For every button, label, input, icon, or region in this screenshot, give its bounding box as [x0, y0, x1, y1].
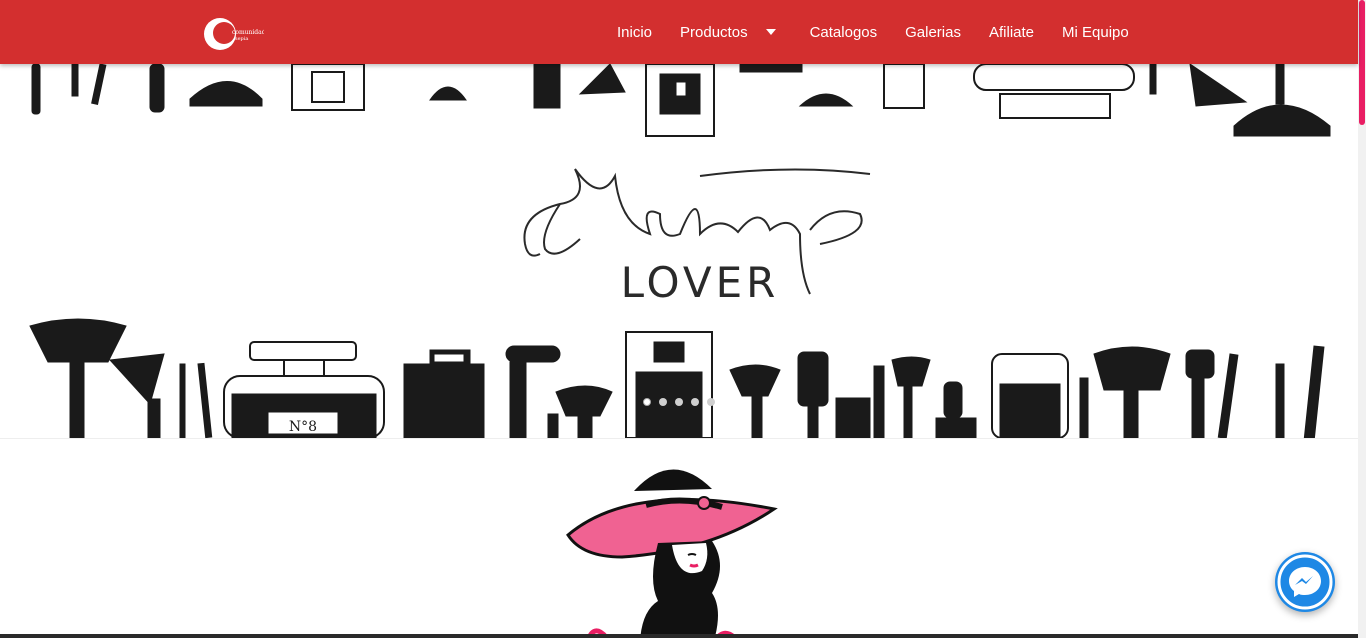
carousel-indicators [643, 398, 715, 406]
perfume-label: N°8 [289, 419, 317, 435]
bottom-cosmetics-row [29, 318, 1325, 438]
carousel-dot-3[interactable] [675, 398, 683, 406]
comunidad-logo-icon: comunidad sepia [204, 18, 266, 50]
page-scrollbar[interactable] [1358, 0, 1366, 638]
nav-links: Inicio Productos Catalogos Galerias Afil… [603, 0, 1143, 64]
lover-text: LOVER [621, 258, 780, 307]
messenger-chat-button[interactable] [1275, 552, 1335, 612]
nav-afiliate[interactable]: Afiliate [975, 0, 1048, 64]
scrollbar-thumb[interactable] [1359, 0, 1365, 125]
nav-afiliate-label: Afiliate [988, 23, 1035, 41]
nav-mi-equipo-label: Mi Equipo [1062, 23, 1129, 41]
brand-text-1: comunidad [232, 29, 264, 36]
nav-galerias-label: Galerias [905, 23, 961, 41]
dropdown-caret-icon [765, 29, 776, 35]
nav-mi-equipo[interactable]: Mi Equipo [1048, 0, 1143, 64]
nav-catalogos-label: Catalogos [809, 23, 878, 41]
brand-logo[interactable]: comunidad sepia [200, 14, 266, 54]
nav-catalogos[interactable]: Catalogos [796, 0, 892, 64]
bottom-edge [0, 634, 1358, 638]
nav-productos-label: Productos [680, 23, 748, 41]
brand-text-2: sepia [235, 36, 248, 42]
top-navbar: comunidad sepia Inicio Productos Catalog… [0, 0, 1358, 64]
top-cosmetics-row [31, 64, 1331, 137]
messenger-icon [1277, 554, 1333, 610]
brand-logo-section [0, 438, 1358, 638]
makeup-lover-banner: LOVER N°8 [29, 64, 1331, 438]
nav-galerias[interactable]: Galerias [891, 0, 975, 64]
hero-carousel[interactable]: LOVER N°8 [0, 64, 1358, 438]
nav-productos[interactable]: Productos [666, 0, 790, 64]
lady-with-hat-logo-icon [566, 469, 778, 638]
carousel-dot-2[interactable] [659, 398, 667, 406]
carousel-dot-1[interactable] [643, 398, 651, 406]
nav-inicio[interactable]: Inicio [603, 0, 666, 64]
nav-inicio-label: Inicio [617, 23, 653, 41]
carousel-dot-5[interactable] [707, 398, 715, 406]
carousel-dot-4[interactable] [691, 398, 699, 406]
